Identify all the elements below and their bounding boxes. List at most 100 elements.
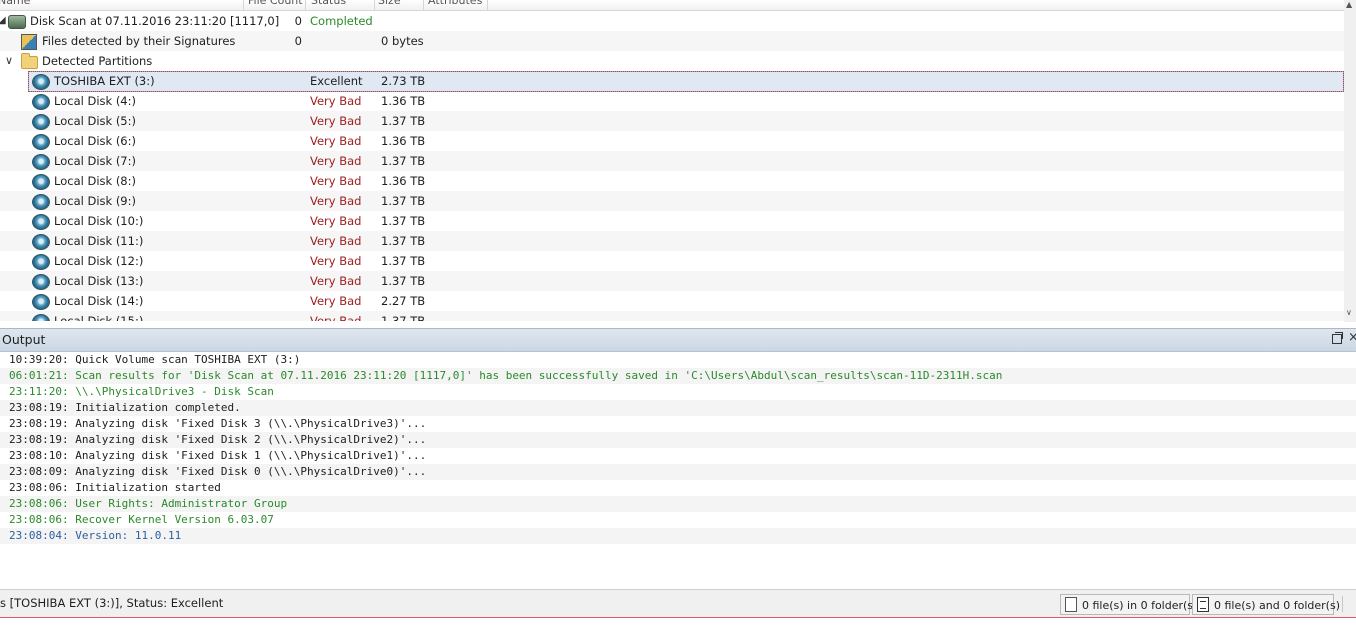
partition-size: 1.36 TB (381, 94, 426, 108)
column-size[interactable]: Size (378, 0, 401, 8)
partition-label: Local Disk (5:) (54, 114, 136, 128)
partition-status: Very Bad (310, 294, 362, 308)
partition-size: 1.37 TB (381, 154, 426, 168)
log-line: 23:08:06: Initialization started (9, 481, 221, 494)
partition-size: 1.37 TB (381, 274, 426, 288)
partition-size: 1.37 TB (381, 194, 426, 208)
tree-row-detected-partitions[interactable]: ∨ Detected Partitions (0, 51, 1344, 71)
partition-disk-icon (32, 234, 50, 250)
partition-disk-icon (32, 254, 50, 270)
tree-row-scan[interactable]: ◢ Disk Scan at 07.11.2016 23:11:20 [1117… (0, 11, 1344, 31)
partition-label: Local Disk (13:) (54, 274, 144, 288)
collapse-chevron-icon[interactable]: ∨ (5, 51, 13, 71)
partition-label: Local Disk (4:) (54, 94, 136, 108)
partition-label: Local Disk (10:) (54, 214, 144, 228)
files-and-folders-panel: 0 file(s) and 0 folder(s) (1192, 594, 1340, 615)
close-icon[interactable]: × (1348, 330, 1356, 345)
partition-label: Local Disk (7:) (54, 154, 136, 168)
expand-arrow-icon[interactable]: ◢ (0, 11, 6, 31)
log-line: 23:08:10: Analyzing disk 'Fixed Disk 1 (… (9, 449, 427, 462)
document-icon (1197, 597, 1209, 612)
column-separator[interactable] (243, 0, 244, 10)
partition-status: Very Bad (310, 154, 362, 168)
partition-row[interactable]: Local Disk (8:) Very Bad 1.36 TB (0, 171, 1344, 191)
partition-row[interactable]: TOSHIBA EXT (3:) Excellent 2.73 TB (0, 71, 1344, 92)
partition-disk-icon (32, 214, 50, 230)
folder-icon (21, 53, 38, 69)
partition-row[interactable]: Local Disk (5:) Very Bad 1.37 TB (0, 111, 1344, 131)
partition-row[interactable]: Local Disk (7:) Very Bad 1.37 TB (0, 151, 1344, 171)
log-line: 23:08:19: Analyzing disk 'Fixed Disk 3 (… (9, 417, 427, 430)
partition-disk-icon (32, 314, 50, 321)
tree-scrollbar[interactable]: ▲ ∨ (1344, 0, 1356, 322)
partition-disk-icon (32, 174, 50, 190)
partition-size: 2.27 TB (381, 294, 426, 308)
partition-row[interactable]: Local Disk (15:) Very Bad 1.37 TB (0, 311, 1344, 321)
disk-scan-icon (8, 15, 26, 29)
partition-label: Local Disk (9:) (54, 194, 136, 208)
status-bar: s [TOSHIBA EXT (3:)], Status: Excellent … (0, 589, 1356, 618)
column-attributes[interactable]: Attributes (428, 0, 482, 8)
status-text: s [TOSHIBA EXT (3:)], Status: Excellent (0, 596, 224, 610)
log-line: 23:08:19: Analyzing disk 'Fixed Disk 2 (… (0, 432, 1356, 448)
column-header: Name File Count Status Size Attributes (0, 0, 1344, 11)
partition-size: 1.37 TB (381, 234, 426, 248)
partition-disk-icon (32, 114, 50, 130)
partition-status: Very Bad (310, 174, 362, 188)
partition-status: Very Bad (310, 94, 362, 108)
partition-status: Very Bad (310, 214, 362, 228)
partition-row[interactable]: Local Disk (10:) Very Bad 1.37 TB (0, 211, 1344, 231)
column-status[interactable]: Status (311, 0, 346, 8)
partition-label: Local Disk (12:) (54, 254, 144, 268)
partition-row[interactable]: Local Disk (11:) Very Bad 1.37 TB (0, 231, 1344, 251)
partition-row[interactable]: Local Disk (4:) Very Bad 1.36 TB (0, 91, 1344, 111)
file-count-value: 0 (294, 34, 302, 48)
log-line: 23:08:04: Version: 11.0.11 (0, 528, 1356, 544)
output-log[interactable]: 10:39:20: Quick Volume scan TOSHIBA EXT … (0, 352, 1356, 588)
partition-size: 1.37 TB (381, 214, 426, 228)
file-count-value: 0 (294, 14, 302, 28)
partition-row[interactable]: Local Disk (12:) Very Bad 1.37 TB (0, 251, 1344, 271)
column-file-count[interactable]: File Count (248, 0, 303, 8)
files-and-folders-text: 0 file(s) and 0 folder(s) (1214, 599, 1340, 612)
log-line: 06:01:21: Scan results for 'Disk Scan at… (0, 368, 1356, 384)
output-panel-header: Output × (0, 328, 1356, 352)
partition-label: Local Disk (14:) (54, 294, 144, 308)
partition-disk-icon (32, 94, 50, 110)
tree-label: Files detected by their Signatures (42, 34, 236, 48)
scroll-down-icon[interactable]: ∨ (1346, 308, 1352, 317)
partition-row[interactable]: Local Disk (6:) Very Bad 1.36 TB (0, 131, 1344, 151)
scroll-up-icon[interactable]: ▲ (1346, 0, 1352, 9)
partition-row[interactable]: Local Disk (9:) Very Bad 1.37 TB (0, 191, 1344, 211)
column-separator[interactable] (374, 0, 375, 10)
results-tree[interactable]: ◢ Disk Scan at 07.11.2016 23:11:20 [1117… (0, 11, 1344, 321)
partition-status: Very Bad (310, 274, 362, 288)
restore-window-icon[interactable] (1332, 332, 1343, 344)
partition-disk-icon (32, 274, 50, 290)
files-in-folders-text: 0 file(s) in 0 folder(s) (1082, 599, 1198, 612)
partition-label: Local Disk (15:) (54, 314, 144, 321)
partition-label: Local Disk (6:) (54, 134, 136, 148)
log-line: 10:39:20: Quick Volume scan TOSHIBA EXT … (9, 353, 301, 366)
log-line: 23:08:06: User Rights: Administrator Gro… (0, 496, 1356, 512)
status-value: Completed (310, 14, 373, 28)
column-separator[interactable] (487, 0, 488, 10)
partition-row[interactable]: Local Disk (13:) Very Bad 1.37 TB (0, 271, 1344, 291)
partition-size: 1.36 TB (381, 134, 426, 148)
partition-size: 1.36 TB (381, 174, 426, 188)
partition-disk-icon (32, 154, 50, 170)
file-icon (1065, 597, 1077, 612)
partition-row[interactable]: Local Disk (14:) Very Bad 2.27 TB (0, 291, 1344, 311)
column-separator[interactable] (305, 0, 306, 10)
selection-highlight (28, 71, 1344, 92)
column-separator[interactable] (423, 0, 424, 10)
column-name[interactable]: Name (0, 0, 30, 8)
partition-disk-icon (32, 74, 50, 90)
partition-status: Very Bad (310, 114, 362, 128)
resize-grip[interactable] (1342, 596, 1343, 612)
tree-row-signatures[interactable]: Files detected by their Signatures 0 0 b… (0, 31, 1344, 51)
files-in-folders-panel: 0 file(s) in 0 folder(s) (1060, 594, 1197, 615)
partition-status: Very Bad (310, 194, 362, 208)
tree-label: Detected Partitions (42, 54, 153, 68)
partition-status: Very Bad (310, 234, 362, 248)
